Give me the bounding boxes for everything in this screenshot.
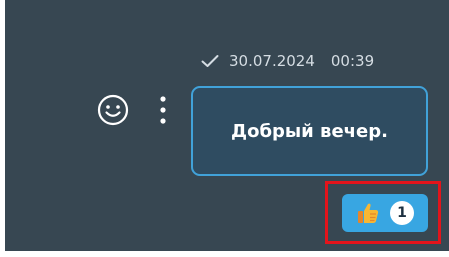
message-text: Добрый вечер.	[231, 120, 388, 142]
thumbs-up-icon	[358, 203, 379, 223]
checkmark-icon	[201, 55, 219, 67]
chat-pane: 30.07.2024 00:39 Добрый вечер. 1	[5, 0, 449, 251]
reaction-thumbs-up-button[interactable]: 1	[342, 194, 428, 232]
message-bubble[interactable]: Добрый вечер.	[191, 86, 428, 176]
message-time: 00:39	[330, 52, 375, 70]
reaction-count: 1	[390, 201, 414, 225]
message-meta: 30.07.2024 00:39	[201, 52, 374, 70]
smiley-icon[interactable]	[97, 94, 129, 126]
kebab-menu-icon[interactable]	[159, 95, 167, 125]
message-date: 30.07.2024	[229, 52, 315, 70]
